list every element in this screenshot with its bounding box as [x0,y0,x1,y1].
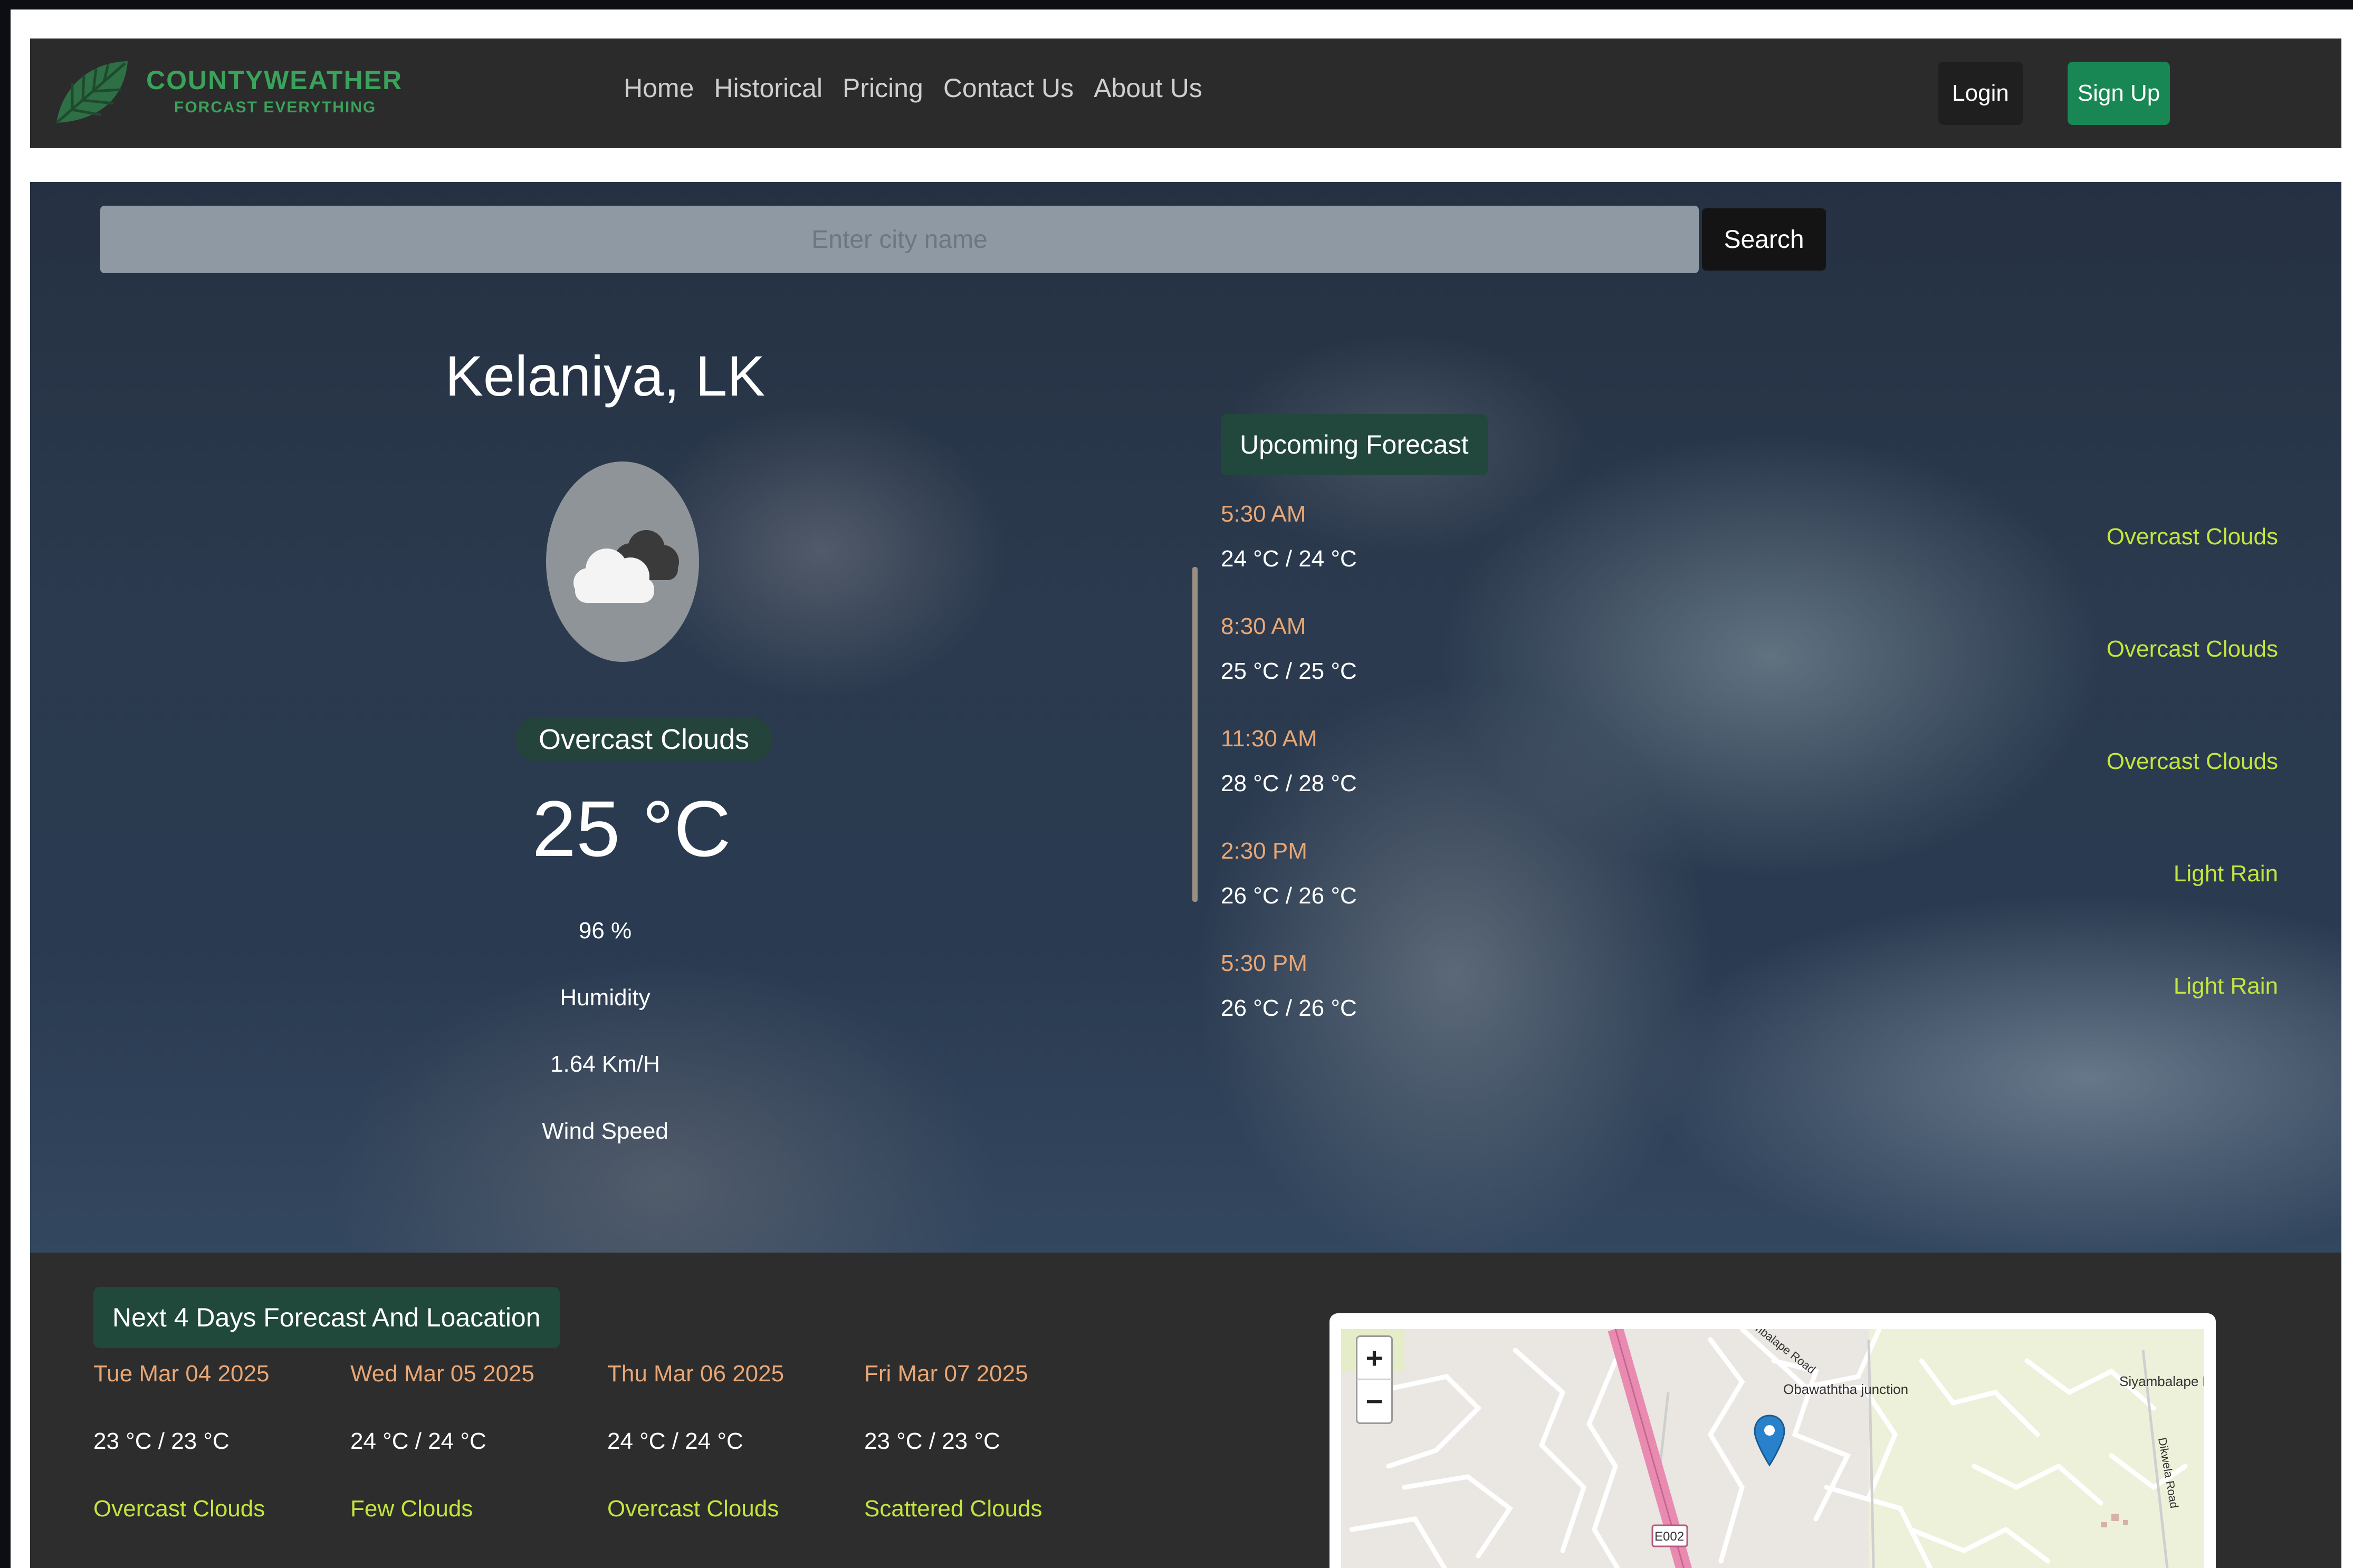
day-temp: 23 °C / 23 °C [864,1428,1000,1454]
day-date: Thu Mar 06 2025 [607,1361,785,1387]
current-condition-badge: Overcast Clouds [515,717,773,762]
map-pin-icon[interactable] [1754,1415,1785,1467]
day-forecast-card: Wed Mar 05 2025 24 °C / 24 °C Few Clouds [350,1361,604,1522]
forecast-condition: Overcast Clouds [2106,636,2278,662]
login-button[interactable]: Login [1938,62,2023,125]
day-date: Tue Mar 04 2025 [93,1361,270,1387]
forecast-condition: Overcast Clouds [2106,748,2278,774]
brand-title: COUNTYWEATHER [146,65,403,95]
day-condition: Overcast Clouds [93,1496,265,1522]
nav-home-link[interactable]: Home [624,73,694,103]
forecast-time: 2:30 PM [1221,838,1307,864]
highway-label: E002 [1654,1529,1685,1544]
leaf-logo-icon [55,61,128,124]
weather-hero: Search Kelaniya, LK Overcast Clouds 2 [30,182,2341,1253]
location-map[interactable]: E002 Obawaththa junction Siyambalape Nor… [1329,1313,2216,1568]
forecast-temp: 25 °C / 25 °C [1221,658,1357,684]
day-condition: Few Clouds [350,1496,473,1522]
nav-contact-link[interactable]: Contact Us [943,73,1074,103]
forecast-scrollbar[interactable] [1192,567,1198,902]
day-temp: 24 °C / 24 °C [607,1428,743,1454]
junction-label: Obawaththa junction [1783,1381,1909,1397]
forecast-temp: 26 °C / 26 °C [1221,883,1357,909]
forecast-temp: 26 °C / 26 °C [1221,995,1357,1021]
day-date: Wed Mar 05 2025 [350,1361,534,1387]
browser-page: COUNTYWEATHER FORCAST EVERYTHING Home Hi… [11,9,2353,1568]
day-forecast-card: Thu Mar 06 2025 24 °C / 24 °C Overcast C… [607,1361,860,1522]
upcoming-forecast-tab[interactable]: Upcoming Forecast [1221,414,1488,475]
day-condition: Scattered Clouds [864,1496,1042,1522]
forecast-time: 5:30 AM [1221,501,1306,527]
forecast-temp: 24 °C / 24 °C [1221,546,1357,572]
overcast-cloud-icon [573,530,679,603]
map-canvas[interactable]: E002 Obawaththa junction Siyambalape Nor… [1341,1329,2204,1568]
nav-pricing-link[interactable]: Pricing [843,73,923,103]
forecast-time: 8:30 AM [1221,613,1306,639]
zoom-in-button[interactable]: + [1356,1335,1393,1380]
nav-links: Home Historical Pricing Contact Us About… [624,73,1202,103]
forecast-temp: 28 °C / 28 °C [1221,771,1357,796]
nav-about-link[interactable]: About Us [1094,73,1202,103]
forecast-condition: Light Rain [2173,861,2278,887]
zoom-out-button[interactable]: − [1356,1379,1393,1424]
city-name: Kelaniya, LK [445,344,766,408]
weather-icon-container [546,461,699,662]
forecast-time: 5:30 PM [1221,950,1307,976]
day-date: Fri Mar 07 2025 [864,1361,1028,1387]
nav-historical-link[interactable]: Historical [714,73,822,103]
forecast-condition: Overcast Clouds [2106,524,2278,550]
day-temp: 24 °C / 24 °C [350,1428,486,1454]
current-temperature: 25 °C [532,784,731,873]
day-temp: 23 °C / 23 °C [93,1428,229,1454]
city-search-input[interactable] [100,206,1699,273]
humidity-label: Humidity [560,985,651,1011]
day-forecast-card: Fri Mar 07 2025 23 °C / 23 °C Scattered … [864,1361,1117,1522]
navbar: COUNTYWEATHER FORCAST EVERYTHING Home Hi… [30,39,2341,148]
humidity-value: 96 % [578,918,632,944]
day-forecast-card: Tue Mar 04 2025 23 °C / 23 °C Overcast C… [93,1361,347,1522]
brand-subtitle: FORCAST EVERYTHING [174,99,377,116]
signup-button[interactable]: Sign Up [2068,62,2170,125]
day-condition: Overcast Clouds [607,1496,779,1522]
forecast-condition: Light Rain [2173,973,2278,999]
wind-speed-value: 1.64 Km/H [550,1051,660,1077]
wind-speed-label: Wind Speed [542,1118,668,1144]
search-button[interactable]: Search [1702,208,1826,271]
next-days-tab[interactable]: Next 4 Days Forecast And Loacation [93,1287,560,1348]
forecast-time: 11:30 AM [1221,726,1317,752]
area-label: Siyambalape North [2119,1373,2204,1389]
next-days-section: Next 4 Days Forecast And Loacation Tue M… [30,1253,2341,1568]
